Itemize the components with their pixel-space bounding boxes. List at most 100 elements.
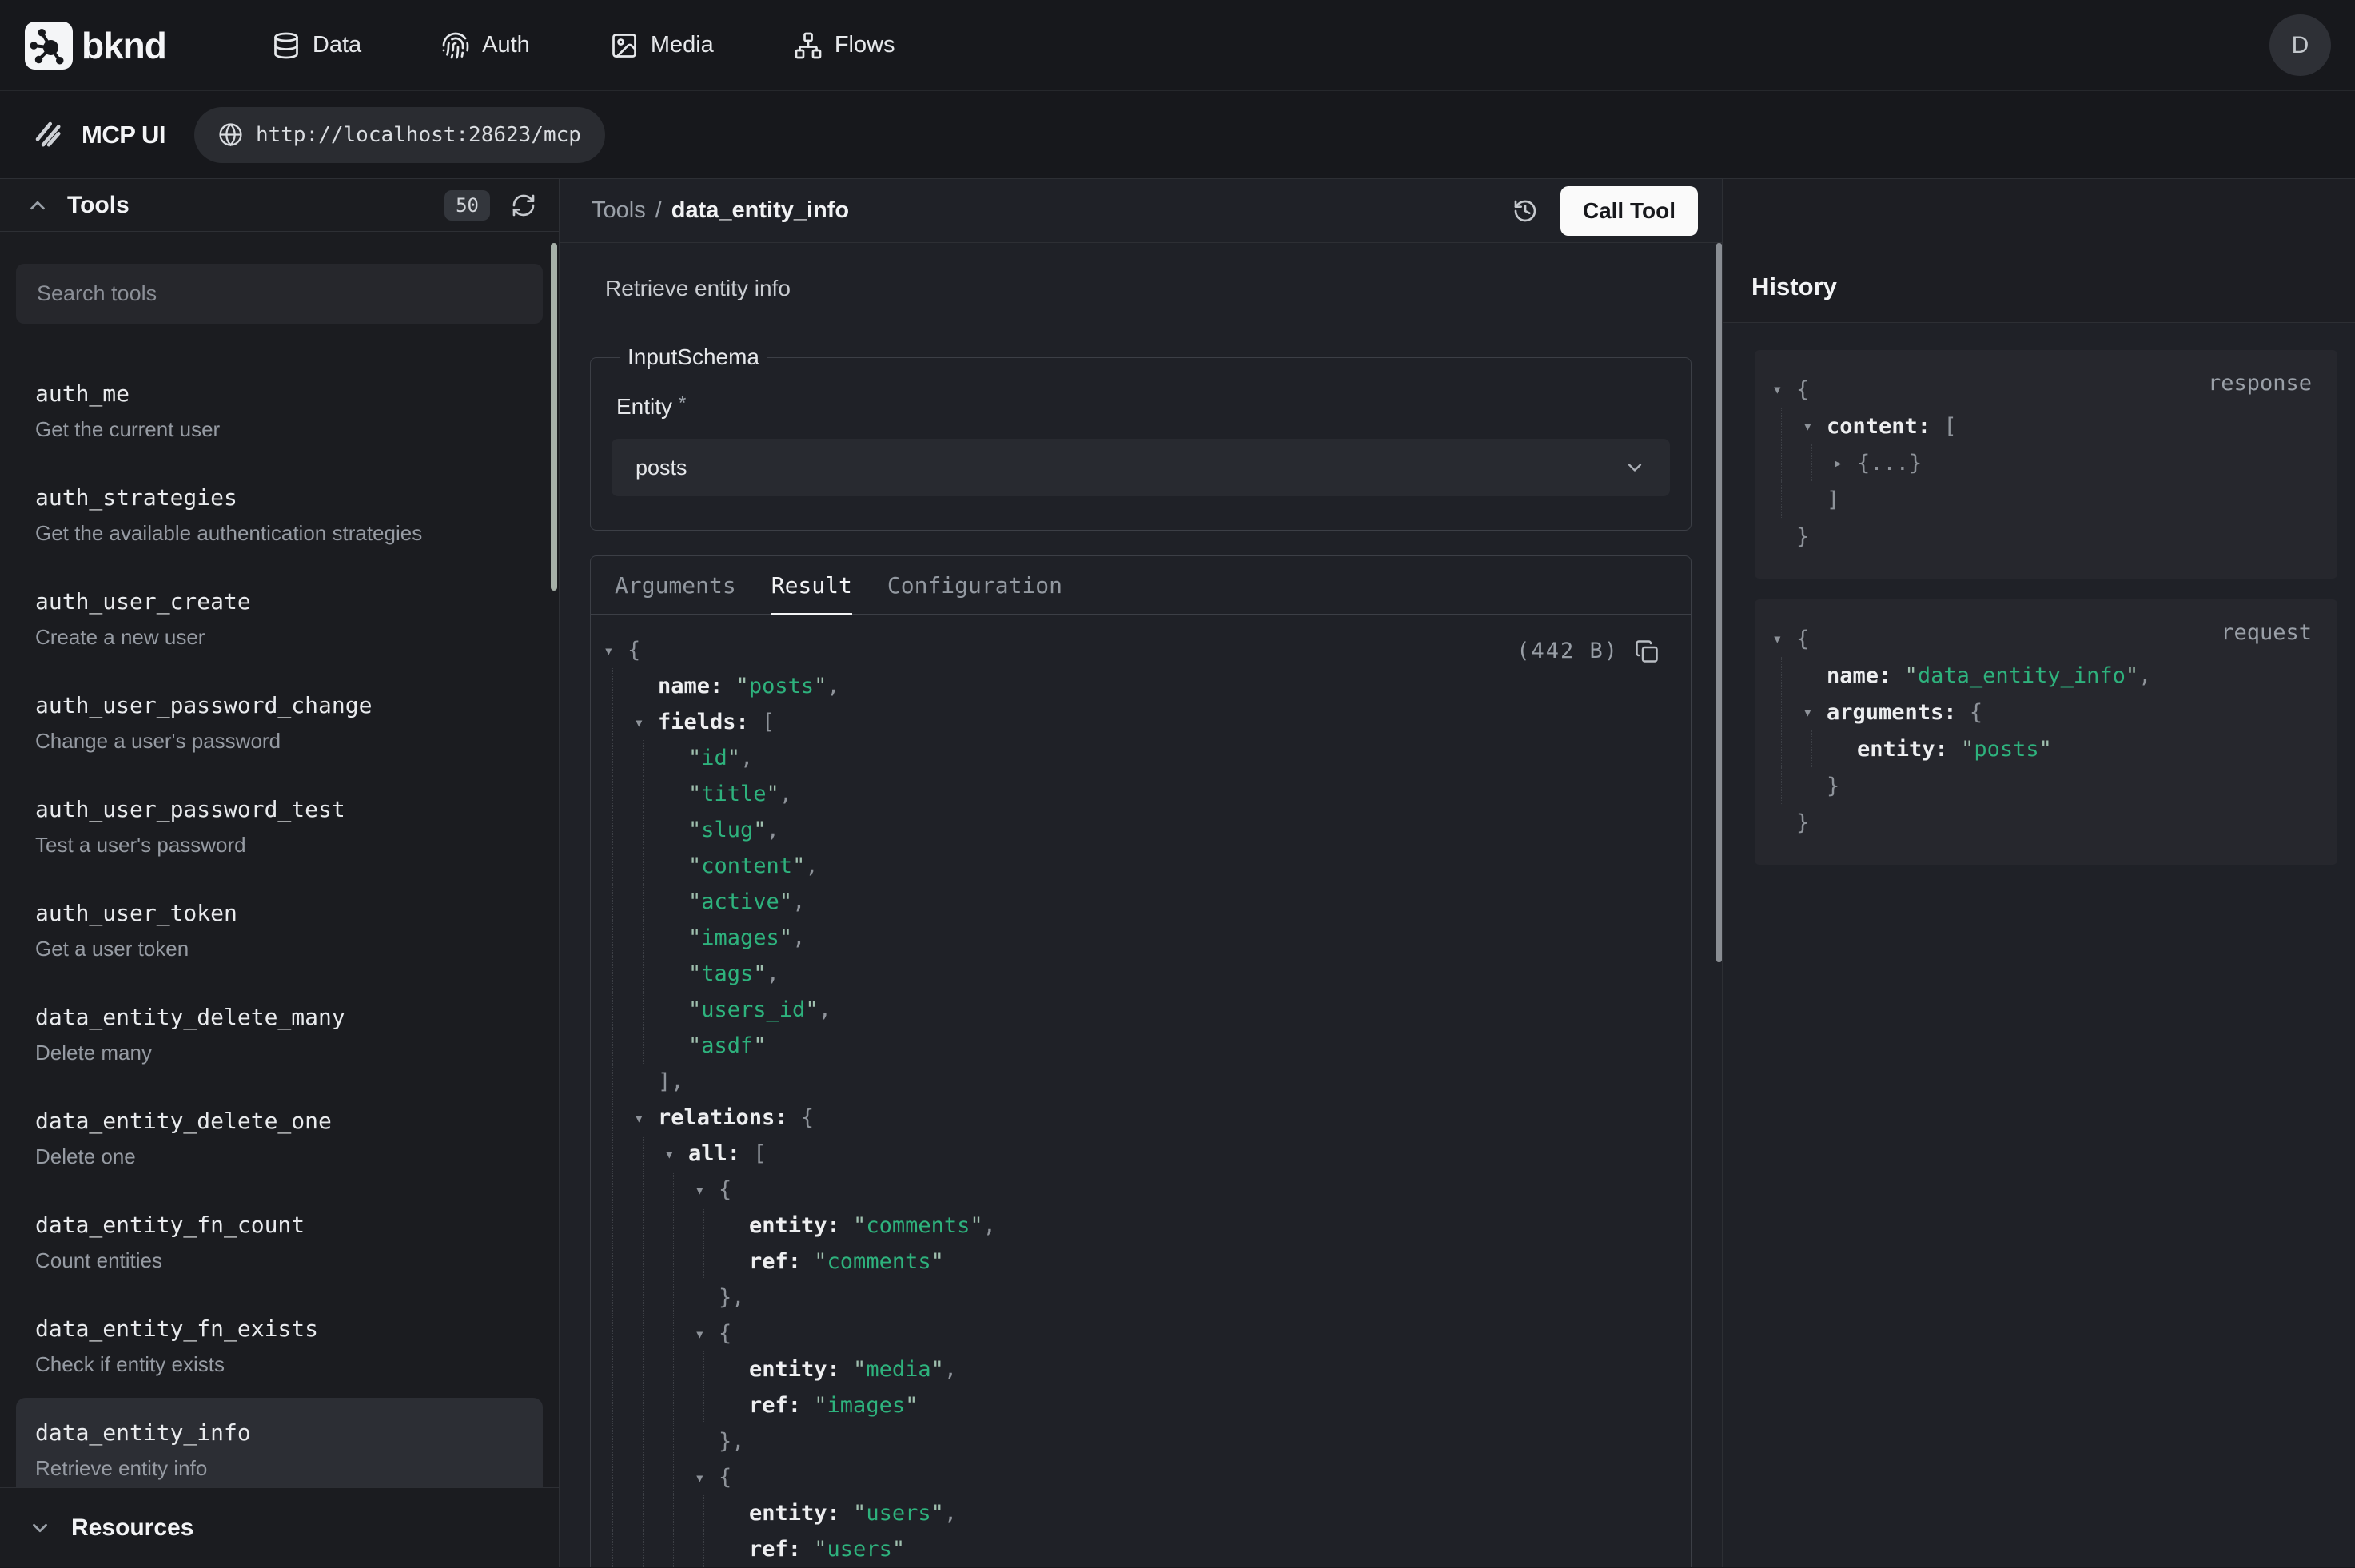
tool-description: Delete many	[35, 1041, 524, 1065]
copy-icon[interactable]	[1635, 639, 1659, 663]
tool-list-item[interactable]: data_entity_fn_existsCheck if entity exi…	[16, 1294, 543, 1398]
history-entry-request[interactable]: request ▾{name: "data_entity_info",▾argu…	[1755, 599, 2337, 865]
tool-list-item[interactable]: data_entity_infoRetrieve entity info	[16, 1398, 543, 1487]
mcp-title: MCP UI	[82, 121, 165, 149]
history-icon[interactable]	[1512, 198, 1538, 224]
breadcrumb-section[interactable]: Tools	[592, 197, 646, 224]
tree-caret-icon[interactable]: ▾	[695, 1324, 719, 1343]
indent-guide	[664, 1244, 695, 1279]
tool-description: Check if entity exists	[35, 1352, 524, 1376]
json-key: entity:	[749, 1501, 853, 1526]
json-string: id	[701, 746, 727, 770]
tool-description: Get the current user	[35, 417, 524, 441]
json-punct: ,	[2138, 663, 2151, 688]
response-json-tree: ▾{▾content: [▸{...}]}	[1755, 350, 2337, 579]
json-quote: "	[688, 925, 701, 950]
indent-guide	[1772, 730, 1803, 767]
user-avatar[interactable]: D	[2269, 14, 2331, 76]
tree-caret-icon[interactable]: ▸	[1833, 453, 1857, 472]
tool-list-item[interactable]: auth_strategiesGet the available authent…	[16, 463, 543, 567]
indent-guide	[664, 1315, 695, 1351]
json-line: "asdf"	[604, 1028, 1659, 1064]
tools-section-header[interactable]: Tools 50	[0, 179, 559, 232]
tree-caret-icon[interactable]: ▾	[1803, 416, 1827, 436]
json-line: "users_id",	[604, 992, 1659, 1028]
call-tool-button[interactable]: Call Tool	[1560, 186, 1698, 236]
tree-caret-icon[interactable]: ▾	[1772, 380, 1796, 399]
tool-name: auth_user_password_test	[35, 796, 524, 823]
json-line: }	[1772, 804, 2313, 841]
indent-guide	[695, 1387, 725, 1423]
indent-guide	[634, 812, 664, 848]
json-line: entity: "comments",	[604, 1208, 1659, 1244]
tool-list-item[interactable]: data_entity_delete_manyDelete many	[16, 982, 543, 1086]
image-icon	[610, 31, 639, 60]
tree-caret-icon[interactable]: ▾	[695, 1180, 719, 1200]
server-url-pill[interactable]: http://localhost:28623/mcp	[194, 107, 605, 163]
json-punct: ,	[827, 674, 839, 698]
tree-caret-icon[interactable]: ▾	[664, 1144, 688, 1164]
tab-result[interactable]: Result	[771, 556, 852, 615]
json-line: name: "posts",	[604, 668, 1659, 704]
required-mark: *	[679, 392, 686, 414]
json-line: ▾relations: {	[604, 1100, 1659, 1136]
json-key: ref:	[749, 1393, 814, 1418]
tool-list-item[interactable]: auth_user_createCreate a new user	[16, 567, 543, 671]
json-quote: "	[688, 997, 701, 1022]
indent-guide	[634, 848, 664, 884]
main-scrollbar[interactable]	[1716, 243, 1722, 962]
tree-caret-icon[interactable]: ▾	[634, 1108, 658, 1128]
json-key: fields:	[658, 710, 762, 734]
json-punct: {...}	[1857, 451, 1922, 476]
brand-logo[interactable]: bknd	[24, 22, 166, 70]
tool-list-item[interactable]: auth_meGet the current user	[16, 359, 543, 463]
tree-caret-icon[interactable]: ▾	[634, 713, 658, 732]
nav-item-auth[interactable]: Auth	[441, 31, 530, 60]
tools-actions: 50	[444, 190, 536, 221]
tools-sidebar: Tools 50 Search tools auth_meGet the cur…	[0, 179, 560, 1567]
chevron-down-icon[interactable]	[28, 1516, 52, 1540]
content-area: Tools 50 Search tools auth_meGet the cur…	[0, 179, 2355, 1567]
history-title: History	[1751, 273, 1837, 301]
nav-item-flows[interactable]: Flows	[794, 31, 895, 60]
resources-section-header[interactable]: Resources	[0, 1487, 559, 1567]
tool-list-item[interactable]: auth_user_password_testTest a user's pas…	[16, 774, 543, 878]
json-string: media	[866, 1357, 930, 1382]
json-string: posts	[749, 674, 814, 698]
json-quote: "	[688, 889, 701, 914]
refresh-icon[interactable]	[511, 193, 536, 218]
indent-guide	[634, 1423, 664, 1459]
search-input[interactable]: Search tools	[16, 264, 543, 324]
tree-caret-icon[interactable]: ▾	[1803, 702, 1827, 722]
json-key: entity:	[749, 1213, 853, 1238]
entity-select[interactable]: posts	[612, 439, 1670, 496]
tree-caret-icon[interactable]: ▾	[695, 1468, 719, 1487]
tool-detail-header: Tools / data_entity_info Call Tool	[560, 179, 1722, 243]
json-quote: "	[779, 925, 792, 950]
nav-item-media[interactable]: Media	[610, 31, 714, 60]
json-quote: "	[931, 1501, 944, 1526]
tab-configuration[interactable]: Configuration	[887, 556, 1062, 615]
indent-guide	[604, 956, 634, 992]
tool-list-item[interactable]: auth_user_password_changeChange a user's…	[16, 671, 543, 774]
indent-guide	[604, 1172, 634, 1208]
tool-description: Create a new user	[35, 625, 524, 649]
indent-guide	[634, 1279, 664, 1315]
tool-list-item[interactable]: auth_user_tokenGet a user token	[16, 878, 543, 982]
tool-name: data_entity_fn_count	[35, 1212, 524, 1239]
history-panel: History response ▾{▾content: [▸{...}]} r…	[1722, 179, 2355, 1567]
tabs-bar: Arguments Result Configuration	[591, 556, 1691, 615]
tree-caret-icon[interactable]: ▾	[1772, 629, 1796, 648]
nav-item-data[interactable]: Data	[272, 31, 361, 60]
tool-list-item[interactable]: data_entity_fn_countCount entities	[16, 1190, 543, 1294]
chevron-up-icon[interactable]	[26, 193, 50, 217]
breadcrumb-separator: /	[655, 197, 662, 224]
indent-guide	[695, 1495, 725, 1531]
tab-arguments[interactable]: Arguments	[615, 556, 736, 615]
tree-caret-icon[interactable]: ▾	[604, 641, 628, 660]
history-entry-response[interactable]: response ▾{▾content: [▸{...}]}	[1755, 350, 2337, 579]
sidebar-scrollbar[interactable]	[551, 243, 557, 591]
json-key: arguments:	[1827, 700, 1970, 725]
indent-guide	[634, 1495, 664, 1531]
tool-list-item[interactable]: data_entity_delete_oneDelete one	[16, 1086, 543, 1190]
